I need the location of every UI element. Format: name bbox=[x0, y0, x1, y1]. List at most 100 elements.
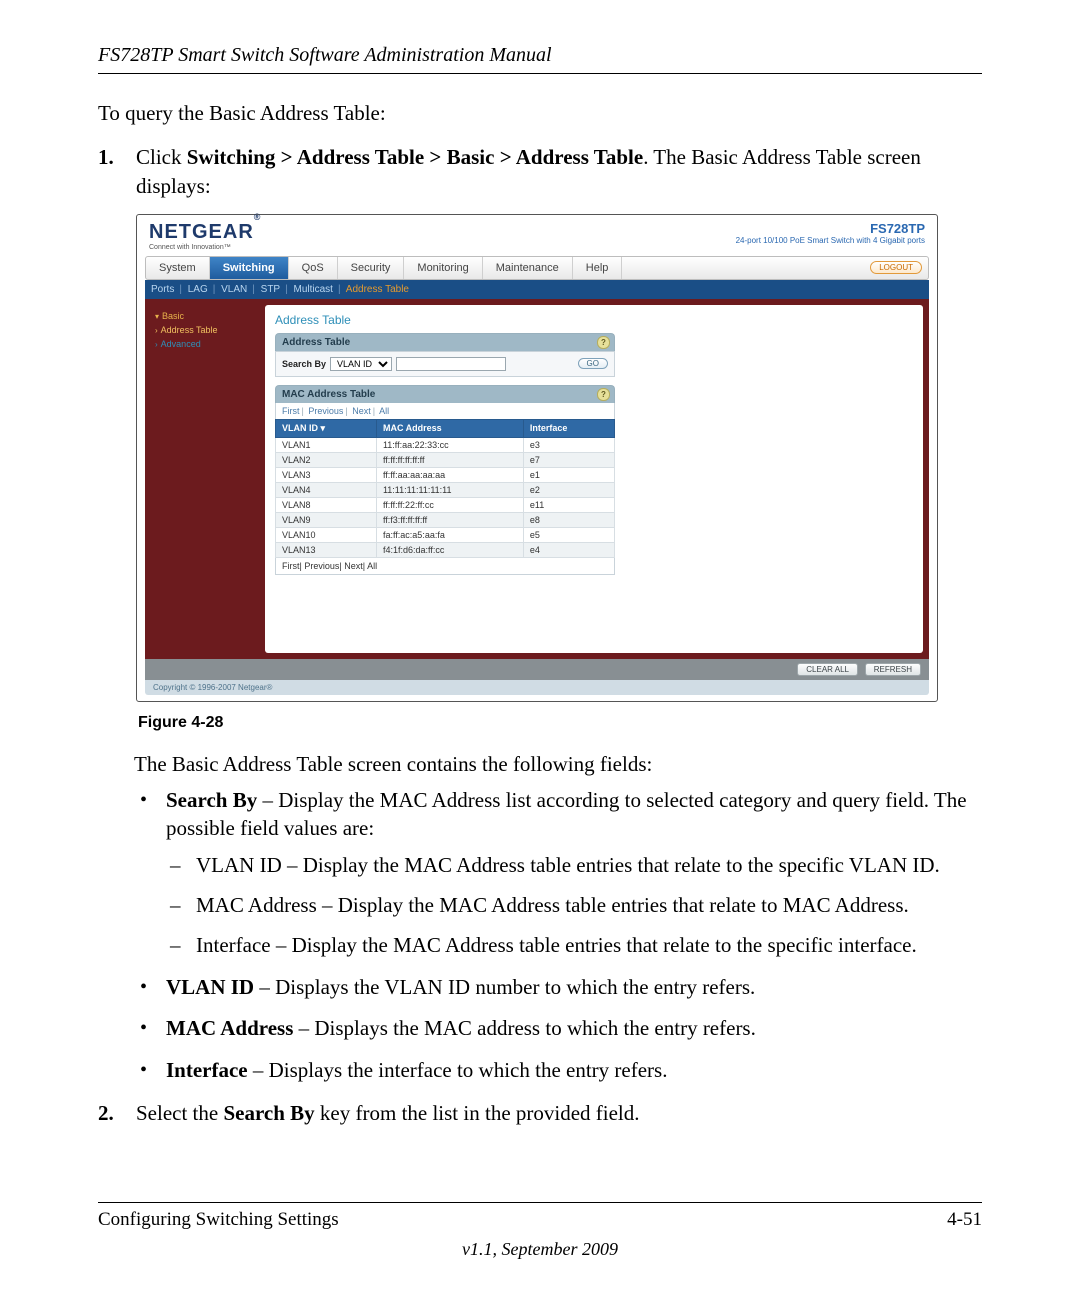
table-cell: fa:ff:ac:a5:aa:fa bbox=[376, 527, 523, 542]
table-cell: VLAN2 bbox=[276, 452, 377, 467]
content-panel-title: Address Table bbox=[275, 313, 913, 327]
field-interface-name: Interface bbox=[166, 1058, 248, 1082]
table-cell: VLAN13 bbox=[276, 542, 377, 557]
subnav-stp[interactable]: STP bbox=[261, 284, 280, 295]
sidebar-item-advanced[interactable]: ›Advanced bbox=[151, 337, 259, 351]
fields-list: Search By – Display the MAC Address list… bbox=[134, 787, 982, 1085]
nav-switching[interactable]: Switching bbox=[210, 257, 289, 279]
table-row: VLAN411:11:11:11:11:11e2 bbox=[276, 482, 615, 497]
subnav-ports[interactable]: Ports bbox=[151, 284, 174, 295]
step-1-number: 1. bbox=[98, 143, 136, 200]
action-button-bar: CLEAR ALL REFRESH bbox=[145, 659, 929, 680]
table-cell: e2 bbox=[523, 482, 614, 497]
search-by-options: VLAN ID – Display the MAC Address table … bbox=[166, 852, 982, 959]
subnav-multicast[interactable]: Multicast bbox=[294, 284, 333, 295]
model-name: FS728TP bbox=[736, 221, 925, 236]
field-interface: Interface – Displays the interface to wh… bbox=[134, 1057, 982, 1085]
caret-icon: ▾ bbox=[155, 312, 159, 321]
table-cell: VLAN8 bbox=[276, 497, 377, 512]
table-cell: ff:ff:ff:ff:ff:ff bbox=[376, 452, 523, 467]
sidebar-item-basic[interactable]: ▾Basic bbox=[151, 309, 259, 323]
subnav-address-table[interactable]: Address Table bbox=[346, 284, 409, 295]
figure-caption: Figure 4-28 bbox=[138, 714, 982, 732]
step-2-key: Search By bbox=[223, 1101, 314, 1125]
screenshot-frame: NETGEAR® Connect with Innovation™ FS728T… bbox=[136, 214, 938, 702]
model-block: FS728TP 24-port 10/100 PoE Smart Switch … bbox=[736, 221, 925, 245]
field-search-by: Search By – Display the MAC Address list… bbox=[134, 787, 982, 960]
table-row: VLAN8ff:ff:ff:22:ff:cce11 bbox=[276, 497, 615, 512]
table-cell: ff:ff:ff:22:ff:cc bbox=[376, 497, 523, 512]
pager-next[interactable]: Next bbox=[344, 561, 363, 571]
pager-first[interactable]: First bbox=[282, 561, 300, 571]
pager-first[interactable]: First bbox=[282, 406, 300, 416]
step-1: 1. Click Switching > Address Table > Bas… bbox=[98, 143, 982, 200]
table-cell: 11:11:11:11:11:11 bbox=[376, 482, 523, 497]
step-1-pre: Click bbox=[136, 145, 187, 169]
help-icon[interactable]: ? bbox=[597, 336, 610, 349]
nav-qos[interactable]: QoS bbox=[289, 257, 338, 279]
table-cell: VLAN4 bbox=[276, 482, 377, 497]
nav-system[interactable]: System bbox=[146, 257, 210, 279]
search-by-select[interactable]: VLAN ID bbox=[330, 357, 392, 371]
secondary-nav: Ports| LAG| VLAN| STP| Multicast| Addres… bbox=[145, 280, 929, 299]
step-2-pre: Select the bbox=[136, 1101, 223, 1125]
table-cell: ff:f3:ff:ff:ff:ff bbox=[376, 512, 523, 527]
field-mac-desc: – Displays the MAC address to which the … bbox=[293, 1016, 755, 1040]
netgear-topbar: NETGEAR® Connect with Innovation™ FS728T… bbox=[145, 221, 929, 253]
pager-next[interactable]: Next bbox=[352, 406, 371, 416]
clear-all-button[interactable]: CLEAR ALL bbox=[797, 663, 858, 676]
table-cell: VLAN3 bbox=[276, 467, 377, 482]
subnav-vlan[interactable]: VLAN bbox=[221, 284, 247, 295]
pager-top: First| Previous| Next| All bbox=[275, 403, 615, 419]
intro-paragraph: To query the Basic Address Table: bbox=[98, 100, 982, 127]
table-row: VLAN10fa:ff:ac:a5:aa:fae5 bbox=[276, 527, 615, 542]
field-interface-desc: – Displays the interface to which the en… bbox=[248, 1058, 668, 1082]
logout-button[interactable]: LOGOUT bbox=[870, 261, 922, 274]
footer-version: v1.1, September 2009 bbox=[98, 1239, 982, 1260]
nav-monitoring[interactable]: Monitoring bbox=[404, 257, 482, 279]
field-search-by-name: Search By bbox=[166, 788, 257, 812]
table-cell: e11 bbox=[523, 497, 614, 512]
footer-page-number: 4-51 bbox=[947, 1209, 982, 1231]
help-icon[interactable]: ? bbox=[597, 388, 610, 401]
col-interface[interactable]: Interface bbox=[523, 419, 614, 437]
search-by-label: Search By bbox=[282, 359, 326, 369]
mac-table-title: MAC Address Table bbox=[282, 389, 375, 400]
table-row: VLAN2ff:ff:ff:ff:ff:ffe7 bbox=[276, 452, 615, 467]
header-rule bbox=[98, 73, 982, 74]
step-1-breadcrumb: Switching > Address Table > Basic > Addr… bbox=[187, 145, 643, 169]
search-by-input[interactable] bbox=[396, 357, 506, 371]
search-card-header: Address Table ? bbox=[275, 333, 615, 351]
go-button[interactable]: GO bbox=[578, 358, 608, 369]
figure-4-28: NETGEAR® Connect with Innovation™ FS728T… bbox=[136, 214, 982, 732]
nav-maintenance[interactable]: Maintenance bbox=[483, 257, 573, 279]
table-cell: e3 bbox=[523, 437, 614, 452]
refresh-button[interactable]: REFRESH bbox=[865, 663, 921, 676]
content-area: ▾Basic ›Address Table ›Advanced Address … bbox=[145, 299, 929, 659]
sidebar-item-address-table[interactable]: ›Address Table bbox=[151, 323, 259, 337]
pager-previous[interactable]: Previous bbox=[304, 561, 339, 571]
pager-previous[interactable]: Previous bbox=[308, 406, 343, 416]
netgear-tagline: Connect with Innovation™ bbox=[149, 244, 261, 251]
sidebar: ▾Basic ›Address Table ›Advanced bbox=[151, 305, 259, 653]
col-vlan-id[interactable]: VLAN ID ▾ bbox=[276, 419, 377, 437]
nav-security[interactable]: Security bbox=[338, 257, 405, 279]
primary-nav: System Switching QoS Security Monitoring… bbox=[145, 256, 929, 280]
table-row: VLAN13f4:1f:d6:da:ff:cce4 bbox=[276, 542, 615, 557]
subnav-lag[interactable]: LAG bbox=[188, 284, 208, 295]
netgear-logo-text: NETGEAR bbox=[149, 221, 254, 243]
table-cell: f4:1f:d6:da:ff:cc bbox=[376, 542, 523, 557]
table-cell: VLAN10 bbox=[276, 527, 377, 542]
sidebar-item-address-table-label: Address Table bbox=[161, 325, 218, 335]
pager-all[interactable]: All bbox=[379, 406, 389, 416]
step-2-post: key from the list in the provided field. bbox=[315, 1101, 640, 1125]
col-mac-address[interactable]: MAC Address bbox=[376, 419, 523, 437]
field-mac-address: MAC Address – Displays the MAC address t… bbox=[134, 1015, 982, 1043]
footer-rule bbox=[98, 1202, 982, 1203]
table-row: VLAN9ff:f3:ff:ff:ff:ffe8 bbox=[276, 512, 615, 527]
nav-help[interactable]: Help bbox=[573, 257, 623, 279]
pager-all[interactable]: All bbox=[367, 561, 377, 571]
nav-logout-wrap: LOGOUT bbox=[864, 257, 928, 279]
mac-table-header: MAC Address Table ? bbox=[275, 385, 615, 403]
page-footer: Configuring Switching Settings 4-51 v1.1… bbox=[98, 1202, 982, 1260]
